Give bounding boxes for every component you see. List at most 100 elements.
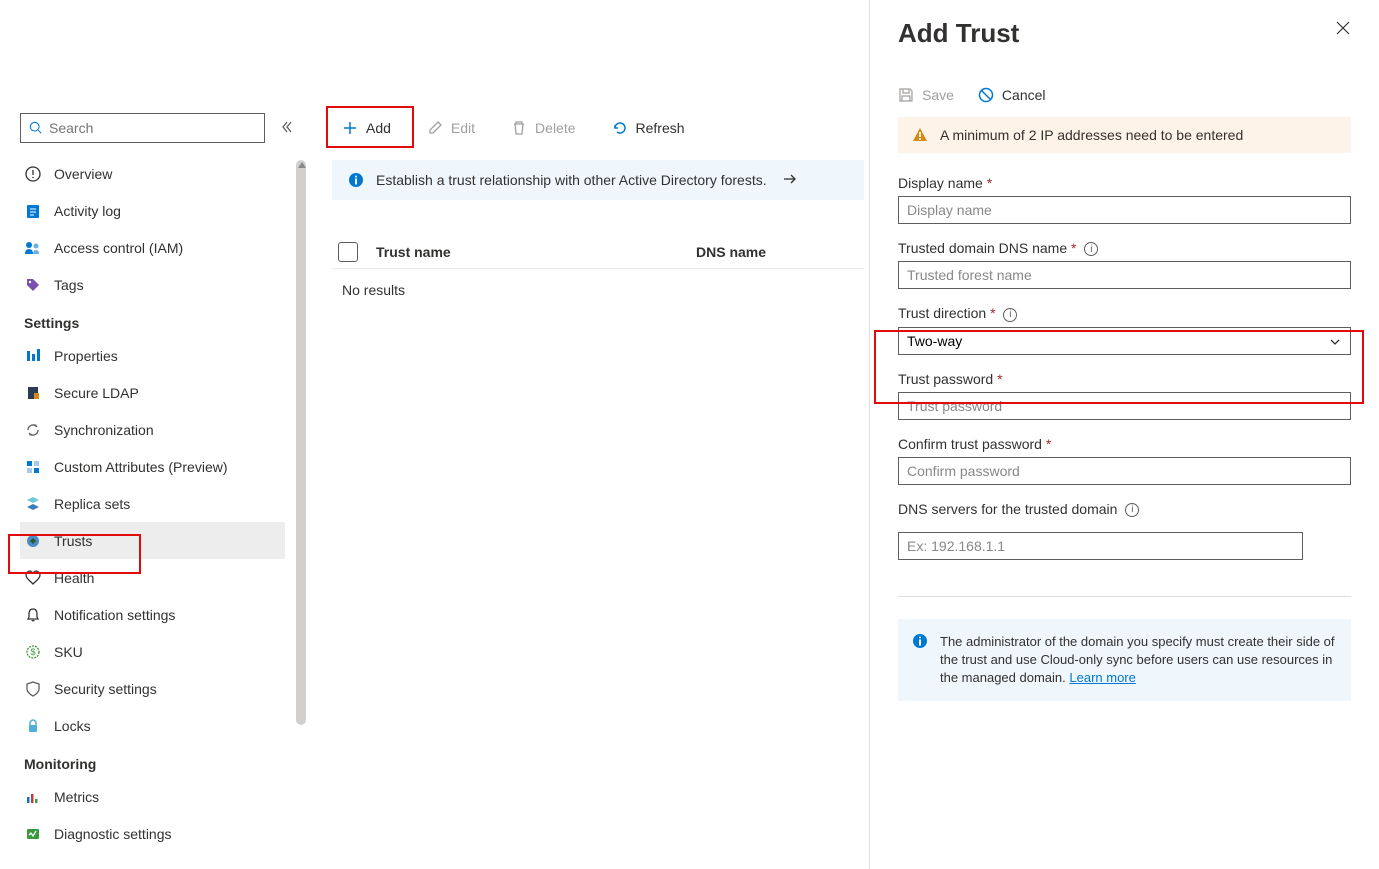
scroll-up-icon[interactable] xyxy=(296,160,308,170)
pencil-icon xyxy=(427,120,443,136)
diagnostic-icon xyxy=(24,825,42,843)
sidebar-item-synchronization[interactable]: Synchronization xyxy=(20,411,285,448)
sidebar-item-health[interactable]: Health xyxy=(20,559,285,596)
sidebar-label: Notification settings xyxy=(54,607,175,623)
sidebar-label: Synchronization xyxy=(54,422,154,438)
delete-label: Delete xyxy=(535,120,575,136)
display-name-input[interactable] xyxy=(898,196,1351,224)
iam-icon xyxy=(24,239,42,257)
sidebar-item-notification-settings[interactable]: Notification settings xyxy=(20,596,285,633)
column-dns-name[interactable]: DNS name xyxy=(696,244,766,260)
custom-attributes-icon xyxy=(24,458,42,476)
sidebar-label: Trusts xyxy=(54,533,92,549)
info-icon[interactable]: i xyxy=(1003,308,1017,322)
sidebar-item-tags[interactable]: Tags xyxy=(20,266,285,303)
no-results-text: No results xyxy=(342,282,405,298)
trash-icon xyxy=(511,120,527,136)
sidebar-item-diagnostic-settings[interactable]: Diagnostic settings xyxy=(20,815,285,852)
sidebar-item-security-settings[interactable]: Security settings xyxy=(20,670,285,707)
tag-icon xyxy=(24,276,42,294)
save-button[interactable]: Save xyxy=(898,87,954,103)
trust-direction-value[interactable] xyxy=(898,327,1351,355)
sidebar-item-activity-log[interactable]: Activity log xyxy=(20,192,285,229)
sidebar-label: Secure LDAP xyxy=(54,385,139,401)
sidebar-item-locks[interactable]: Locks xyxy=(20,707,285,744)
edit-button[interactable]: Edit xyxy=(417,113,485,143)
info-icon[interactable]: i xyxy=(1084,242,1098,256)
table-header: Trust name DNS name xyxy=(332,235,864,269)
trust-password-label: Trust password * xyxy=(898,371,1351,387)
warning-text: A minimum of 2 IP addresses need to be e… xyxy=(940,127,1243,143)
delete-button[interactable]: Delete xyxy=(501,113,585,143)
dns-servers-label: DNS servers for the trusted domain i xyxy=(898,501,1351,517)
replica-sets-icon xyxy=(24,495,42,513)
add-label: Add xyxy=(366,120,391,136)
panel-title: Add Trust xyxy=(898,18,1351,49)
sidebar-label: Overview xyxy=(54,166,112,182)
cancel-button[interactable]: Cancel xyxy=(978,87,1046,103)
trust-password-input[interactable] xyxy=(898,392,1351,420)
sidebar-item-secure-ldap[interactable]: Secure LDAP xyxy=(20,374,285,411)
sidebar-item-properties[interactable]: Properties xyxy=(20,337,285,374)
sidebar-item-metrics[interactable]: Metrics xyxy=(20,778,285,815)
arrow-right-icon[interactable] xyxy=(782,171,798,190)
trusts-icon xyxy=(24,532,42,550)
metrics-icon xyxy=(24,788,42,806)
section-header-settings: Settings xyxy=(20,303,285,337)
trust-direction-select[interactable] xyxy=(898,327,1351,355)
column-trust-name[interactable]: Trust name xyxy=(376,244,696,260)
sidebar-item-access-control[interactable]: Access control (IAM) xyxy=(20,229,285,266)
sidebar-scrollbar[interactable] xyxy=(296,160,306,725)
close-button[interactable] xyxy=(1335,20,1351,39)
sidebar-item-trusts[interactable]: Trusts xyxy=(20,522,285,559)
sidebar-label: Locks xyxy=(54,718,91,734)
collapse-sidebar-icon[interactable] xyxy=(279,119,295,138)
info-icon xyxy=(348,172,364,188)
info-box: The administrator of the domain you spec… xyxy=(898,619,1351,702)
secure-ldap-icon xyxy=(24,384,42,402)
refresh-button[interactable]: Refresh xyxy=(602,113,695,143)
learn-more-link[interactable]: Learn more xyxy=(1069,670,1135,685)
sidebar-item-sku[interactable]: $ SKU xyxy=(20,633,285,670)
dns-servers-input[interactable] xyxy=(898,532,1303,560)
sidebar-item-replica-sets[interactable]: Replica sets xyxy=(20,485,285,522)
info-box-text: The administrator of the domain you spec… xyxy=(940,634,1335,685)
sidebar-label: Security settings xyxy=(54,681,157,697)
search-box[interactable] xyxy=(20,113,265,143)
save-icon xyxy=(898,87,914,103)
select-all-checkbox[interactable] xyxy=(338,242,358,262)
refresh-icon xyxy=(612,120,628,136)
cancel-icon xyxy=(978,87,994,103)
warning-icon xyxy=(912,127,928,143)
sidebar-label: Replica sets xyxy=(54,496,130,512)
properties-icon xyxy=(24,347,42,365)
sidebar-label: Custom Attributes (Preview) xyxy=(54,459,228,475)
svg-text:$: $ xyxy=(30,647,35,657)
dns-name-input[interactable] xyxy=(898,261,1351,289)
sidebar-label: Metrics xyxy=(54,789,99,805)
sync-icon xyxy=(24,421,42,439)
search-icon xyxy=(29,121,43,135)
trust-direction-label: Trust direction * i xyxy=(898,305,1351,321)
sidebar-label: Access control (IAM) xyxy=(54,240,183,256)
sidebar-label: Activity log xyxy=(54,203,121,219)
confirm-password-label: Confirm trust password * xyxy=(898,436,1351,452)
confirm-password-input[interactable] xyxy=(898,457,1351,485)
add-button[interactable]: Add xyxy=(332,113,401,143)
info-icon[interactable]: i xyxy=(1125,503,1139,517)
lock-icon xyxy=(24,717,42,735)
refresh-label: Refresh xyxy=(636,120,685,136)
sidebar-label: Properties xyxy=(54,348,118,364)
sidebar-label: Health xyxy=(54,570,94,586)
info-banner-text: Establish a trust relationship with othe… xyxy=(376,172,767,188)
sidebar-item-overview[interactable]: Overview xyxy=(20,155,285,192)
sku-icon: $ xyxy=(24,643,42,661)
save-label: Save xyxy=(922,87,954,103)
add-trust-panel: Add Trust Save Cancel A minimum of 2 IP … xyxy=(869,0,1379,869)
sidebar-item-custom-attributes[interactable]: Custom Attributes (Preview) xyxy=(20,448,285,485)
sidebar-label: SKU xyxy=(54,644,83,660)
close-icon xyxy=(1335,20,1351,36)
security-icon xyxy=(24,680,42,698)
activity-log-icon xyxy=(24,202,42,220)
search-input[interactable] xyxy=(49,120,256,136)
